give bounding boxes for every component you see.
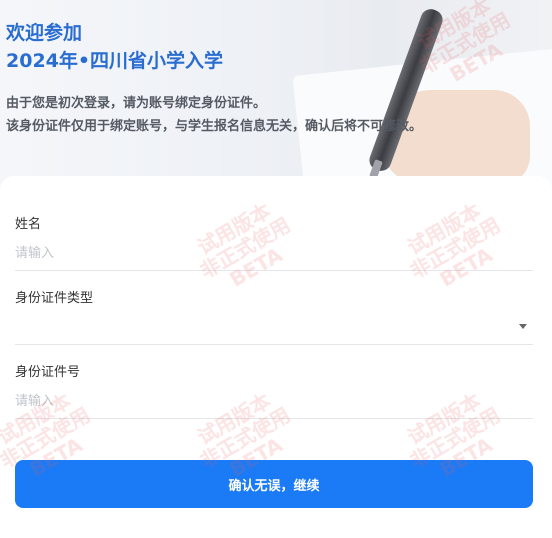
id-type-divider	[15, 344, 533, 345]
name-label: 姓名	[15, 217, 42, 232]
id-type-field[interactable]: 身份证件类型	[15, 290, 533, 345]
welcome-heading: 欢迎参加	[6, 22, 83, 44]
page-title: 2024年•四川省小学入学	[6, 50, 224, 72]
id-number-field: 身份证件号	[15, 364, 533, 419]
form-card: 姓名 身份证件类型 身份证件号 确认无误，继续	[0, 176, 552, 538]
name-input[interactable]	[15, 242, 533, 264]
name-divider	[15, 270, 533, 271]
id-number-input[interactable]	[15, 390, 533, 412]
name-field: 姓名	[15, 216, 533, 271]
id-type-label: 身份证件类型	[15, 291, 94, 306]
dropdown-caret-icon[interactable]	[519, 324, 527, 329]
notice-line-2: 该身份证件仅用于绑定账号，与学生报名信息无关，确认后将不可修改。	[6, 119, 423, 134]
id-number-label: 身份证件号	[15, 365, 81, 380]
confirm-continue-button[interactable]: 确认无误，继续	[15, 460, 533, 508]
id-type-select[interactable]	[15, 316, 533, 338]
header-banner: 欢迎参加 2024年•四川省小学入学 由于您是初次登录，请为账号绑定身份证件。 …	[0, 0, 552, 200]
id-number-divider	[15, 418, 533, 419]
notice-line-1: 由于您是初次登录，请为账号绑定身份证件。	[6, 96, 267, 111]
